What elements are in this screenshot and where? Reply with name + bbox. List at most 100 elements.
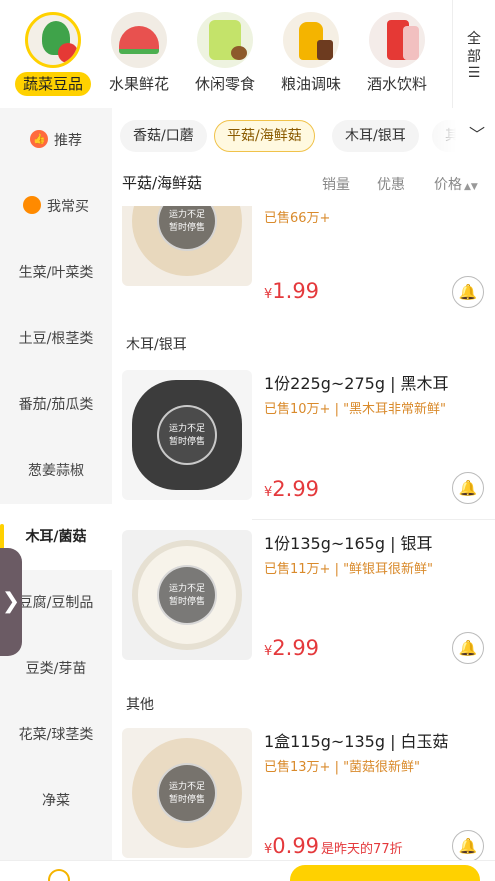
product-sold-count: 已售10万+ | "黑木耳非常新鲜" [264,402,447,417]
product-sold-count: 已售11万+ | "鲜银耳很新鲜" [264,562,434,577]
product-list: 运力不足 暂时停售 已售66万+ ¥1.99 🔔 木耳/银耳 运力不足 暂时停售 1… [112,206,495,860]
sidebar-item-label: 生菜/叶菜类 [18,265,94,281]
product-sold-count: 已售66万+ [264,211,331,226]
sidebar-item-label: 推荐 [54,133,82,149]
product-name: 1盒115g~135g | 白玉菇 [264,732,449,751]
top-category-label: 休闲零食 [194,75,255,93]
stamp-line1: 运力不足 [168,424,205,434]
sort-by-price[interactable]: 价格 ▲▼ [434,174,478,194]
top-category-snacks[interactable]: 休闲零食 [182,12,268,96]
top-category-label: 酒水饮料 [366,75,427,93]
product-name: 1份225g~275g | 黑木耳 [264,374,449,393]
sort-price-label: 价格 [434,177,462,193]
sidebar-item-label: 土豆/根茎类 [18,331,94,347]
product-sold-count: 已售13万+ | "菌菇很新鲜" [264,760,421,775]
top-category-bar: 蔬菜豆品 水果鲜花 休闲零食 粮油调味 酒水饮料 全 部 ☰ [0,0,495,108]
sidebar-item-roots[interactable]: 土豆/根茎类 [0,306,112,372]
snack-icon [197,12,253,68]
sidebar-item-label: 番茄/茄瓜类 [18,397,94,413]
product-price: ¥0.99 是昨天的77折 [264,834,403,858]
sidebar-item-leafy[interactable]: 生菜/叶菜类 [0,240,112,306]
product-image: 运力不足 暂时停售 [122,206,252,286]
stamp-line1: 运力不足 [168,782,205,792]
sidebar: 推荐 我常买 生菜/叶菜类 土豆/根茎类 番茄/茄瓜类 葱姜蒜椒 木耳/菌菇 豆… [0,107,112,860]
sidebar-item-label: 木耳/菌菇 [25,529,87,545]
price-value: 0.99 [272,834,320,858]
chip-oyster-mushroom[interactable]: 平菇/海鲜菇 [214,120,315,152]
loading-arc-icon [48,869,70,881]
sort-bar: 平菇/海鲜菇 销量 优惠 价格 ▲▼ [112,162,495,206]
out-of-stock-stamp: 运力不足 暂时停售 [157,405,217,465]
top-category-grain-oil[interactable]: 粮油调味 [268,12,354,96]
vegetable-icon [25,12,81,68]
chip-shiitake[interactable]: 香菇/口蘑 [120,120,207,152]
sidebar-item-label: 净菜 [42,793,70,809]
drink-can-icon [369,12,425,68]
sidebar-item-tomato[interactable]: 番茄/茄瓜类 [0,372,112,438]
menu-icon: ☰ [467,65,481,81]
stamp-line1: 运力不足 [168,210,205,220]
top-category-drinks[interactable]: 酒水饮料 [354,12,440,96]
chip-woodear[interactable]: 木耳/银耳 [332,120,419,152]
bottom-bar [0,860,495,881]
current-subcategory-title: 平菇/海鲜菇 [122,174,203,192]
sidebar-item-label: 豆类/芽苗 [25,661,87,677]
product-image: 运力不足 暂时停售 [122,370,252,500]
pull-tab-chevron-icon[interactable]: ❯ [0,548,22,656]
sidebar-item-label: 花菜/球茎类 [18,727,94,743]
sidebar-item-prepped[interactable]: 净菜 [0,768,112,834]
top-category-label: 水果鲜花 [108,75,169,93]
sort-arrows-icon: ▲▼ [464,182,478,192]
price-compare-note: 是昨天的77折 [321,842,403,857]
top-category-label: 蔬菜豆品 [14,72,91,96]
product-price: ¥2.99 [264,477,319,501]
cart-button[interactable] [290,865,480,881]
sidebar-item-frequent[interactable]: 我常买 [0,174,112,240]
top-category-vegetables[interactable]: 蔬菜豆品 [10,12,96,96]
sidebar-item-recommend[interactable]: 推荐 [0,107,112,174]
sort-by-discount[interactable]: 优惠 [377,174,405,194]
product-card[interactable]: 运力不足暂时停售 1盒115g~135g | 白玉菇 已售13万+ | "菌菇很… [112,724,495,860]
stamp-line2: 暂时停售 [168,223,205,233]
price-value: 2.99 [272,477,320,501]
bell-icon[interactable]: 🔔 [452,632,484,664]
all-label-line2: 部 [467,49,481,65]
out-of-stock-stamp: 运力不足 暂时停售 [157,763,217,823]
sidebar-item-label: 豆腐/豆制品 [18,595,94,611]
product-name: 1份135g~165g | 银耳 [264,534,433,553]
stamp-line2: 暂时停售 [168,597,205,607]
product-price: ¥1.99 [264,279,319,303]
product-card[interactable]: 运力不足暂时停售 1份135g~165g | 银耳 已售11万+ | "鲜银耳很… [112,526,495,676]
bell-icon[interactable]: 🔔 [452,276,484,308]
top-category-label: 粮油调味 [280,75,341,93]
divider [252,519,495,520]
section-title-woodear: 木耳/银耳 [126,337,187,353]
oil-icon [283,12,339,68]
sidebar-item-cauliflower[interactable]: 花菜/球茎类 [0,702,112,768]
stamp-line2: 暂时停售 [168,437,205,447]
stamp-line2: 暂时停售 [168,795,205,805]
bell-icon[interactable]: 🔔 [452,830,484,860]
product-price: ¥2.99 [264,636,319,660]
expand-chevron-icon[interactable]: ﹀ [430,108,495,162]
all-label-line1: 全 [467,31,481,47]
sort-by-sales[interactable]: 销量 [322,174,350,194]
stamp-line1: 运力不足 [168,584,205,594]
price-value: 1.99 [272,279,320,303]
product-image: 运力不足 暂时停售 [122,728,252,858]
product-card[interactable]: 运力不足暂时停售 1份225g~275g | 黑木耳 已售10万+ | "黑木耳… [112,366,495,516]
sidebar-item-label: 我常买 [47,199,89,215]
top-category-fruits[interactable]: 水果鲜花 [96,12,182,96]
price-value: 2.99 [272,636,320,660]
product-image: 运力不足 暂时停售 [122,530,252,660]
sidebar-item-label: 葱姜蒜椒 [28,463,84,479]
section-title-other: 其他 [126,697,154,713]
sidebar-item-aromatics[interactable]: 葱姜蒜椒 [0,438,112,504]
shopping-bag-icon [23,196,41,214]
product-card[interactable]: 运力不足暂时停售 已售66万+ ¥1.99 🔔 [112,206,495,308]
all-categories-button[interactable]: 全 部 ☰ [452,0,495,108]
out-of-stock-stamp: 运力不足 暂时停售 [157,565,217,625]
watermelon-icon [111,12,167,68]
bell-icon[interactable]: 🔔 [452,472,484,504]
thumbs-up-icon [30,107,48,173]
